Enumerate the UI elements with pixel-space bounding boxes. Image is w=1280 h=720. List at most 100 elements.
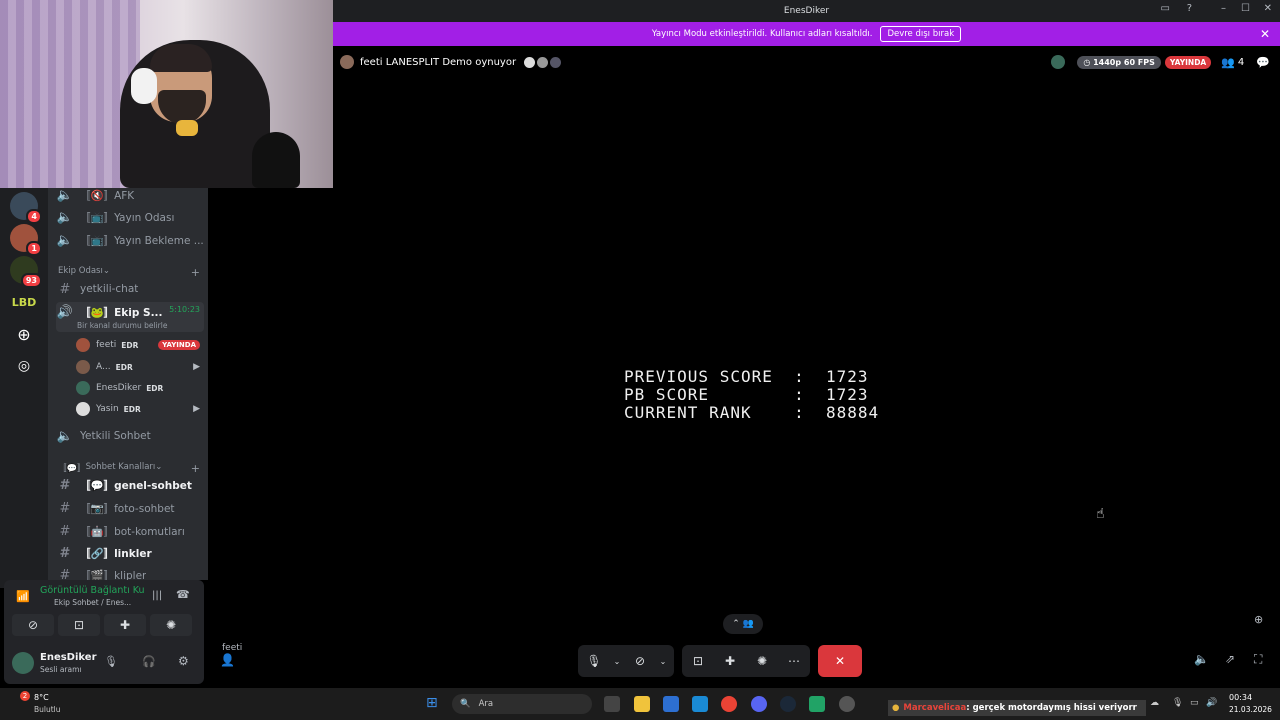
user-status: Sesli aramı — [40, 665, 82, 674]
banner-close-icon[interactable]: ✕ — [1260, 27, 1270, 41]
hand-cursor-icon: ☝ — [1096, 506, 1105, 522]
stream-header: feeti LANESPLIT Demo oynuyor ◷ 1440p 60 … — [340, 50, 1270, 74]
voice-connection-panel: 📶 Görüntülü Bağlantı Ku Ekip Sohbet / En… — [4, 580, 204, 642]
chevron-down-icon[interactable]: ⌄ — [656, 645, 670, 677]
chevron-down-icon[interactable]: ⌄ — [610, 645, 624, 677]
hash-icon: # — [59, 477, 71, 493]
discord-icon[interactable] — [751, 696, 767, 712]
server-icon-3[interactable]: 93 — [10, 256, 42, 288]
server-icon-lbd[interactable]: LBD — [10, 288, 38, 316]
maximize-button[interactable]: ☐ — [1241, 3, 1250, 14]
camera-icon: ▶ — [193, 404, 200, 414]
voice-user[interactable]: A... EDR ▶ — [76, 357, 200, 377]
clock-time[interactable]: 00:34 — [1229, 693, 1252, 702]
webcam-overlay — [0, 0, 333, 188]
voice-user[interactable]: feeti EDR YAYINDA — [76, 335, 200, 355]
leave-call-button[interactable]: ✕ — [818, 645, 862, 677]
steam-icon[interactable] — [780, 696, 796, 712]
weather-desc[interactable]: Bulutlu — [34, 705, 61, 714]
chat-icon[interactable]: 💬 — [1256, 56, 1270, 69]
channel-foto-sohbet[interactable]: # 〚📷〛foto-sohbet — [56, 497, 204, 519]
signal-icon[interactable]: 📶 — [16, 590, 30, 603]
soundboard-icon[interactable]: ✺ — [746, 645, 778, 677]
network-icon[interactable]: ☁ — [1150, 698, 1159, 708]
participant-name: feeti — [222, 643, 243, 653]
mic-icon[interactable]: 🎙 — [104, 655, 118, 668]
viewers-icon[interactable]: 👥 — [1221, 56, 1235, 69]
hash-icon: # — [59, 545, 71, 561]
add-server-icon[interactable]: ⊕ — [10, 320, 38, 348]
window-title: EnesDiker — [783, 6, 830, 16]
voice-user[interactable]: EnesDiker EDR — [76, 378, 200, 398]
quality-badge: ◷ 1440p 60 FPS — [1077, 55, 1161, 69]
windows-start-icon[interactable]: ⊞ — [426, 695, 438, 711]
camera-off-icon[interactable]: ⊘ — [624, 645, 656, 677]
close-button[interactable]: ✕ — [1264, 3, 1272, 14]
channel-list: 🔈 〚🔇〛AFK 🔈 〚📺〛Yayın Odası 🔈 〚📺〛Yayın Beklem… — [48, 188, 208, 580]
banner-message: Yayıncı Modu etkinleştirildi. Kullanıcı … — [651, 29, 873, 39]
minimize-button[interactable]: – — [1221, 3, 1226, 14]
live-badge: YAYINDA — [1164, 55, 1212, 69]
weather-temp[interactable]: 8°C — [34, 693, 49, 702]
server-icon-2[interactable]: 1 — [10, 224, 42, 256]
store-icon[interactable] — [663, 696, 679, 712]
camera-off-icon[interactable]: ⊘ — [12, 614, 54, 636]
speaker-icon: 🔈 — [56, 188, 74, 203]
clock-date[interactable]: 21.03.2026 — [1229, 705, 1272, 714]
fullscreen-icon[interactable]: ⛶ — [1254, 652, 1262, 667]
search-icon: 🔍 — [460, 699, 471, 709]
channel-status-prompt[interactable]: Bir kanal durumu belirle — [77, 321, 167, 330]
outlook-icon[interactable] — [692, 696, 708, 712]
search-box[interactable]: 🔍 Ara — [452, 694, 592, 714]
gear-icon[interactable]: ⚙ — [178, 654, 189, 668]
notepad-icon[interactable] — [809, 696, 825, 712]
channel-yayin-bekleme[interactable]: 🔈 〚📺〛Yayın Bekleme ... — [56, 229, 204, 251]
popout-icon[interactable]: ⇗ — [1225, 652, 1235, 666]
file-explorer-icon[interactable] — [634, 696, 650, 712]
voice-user[interactable]: Yasin EDR ▶ — [76, 399, 200, 419]
inbox-icon[interactable]: ▭ — [1161, 3, 1170, 14]
noise-icon[interactable]: ||| — [152, 590, 162, 601]
channel-yetkili-sohbet[interactable]: 🔈 Yetkili Sohbet — [56, 425, 204, 447]
stream-title: feeti LANESPLIT Demo oynuyor — [360, 56, 517, 68]
channel-afk[interactable]: 🔈 〚🔇〛AFK — [56, 188, 204, 206]
volume-tray-icon[interactable]: 🔊 — [1206, 698, 1217, 708]
task-view-icon[interactable] — [604, 696, 620, 712]
channel-klipler[interactable]: # 〚🎬〛klipler — [56, 564, 204, 581]
channel-linkler[interactable]: # 〚🔗〛linkler — [56, 542, 204, 564]
show-participants-button[interactable]: ⌃ 👥 — [723, 614, 763, 634]
volume-icon[interactable]: 🔈 — [1194, 652, 1209, 666]
voice-timer: 5:10:23 — [169, 305, 200, 314]
activities-icon[interactable]: ✚ — [104, 614, 146, 636]
screen-share-icon[interactable]: ⊡ — [58, 614, 100, 636]
screen-share-icon[interactable]: ⊡ — [682, 645, 714, 677]
speaker-icon: 🔈 — [56, 209, 74, 225]
mic-icon[interactable]: 🎙 — [578, 645, 610, 677]
chrome-icon[interactable] — [721, 696, 737, 712]
zoom-icon[interactable]: ⊕ — [1254, 613, 1263, 626]
explore-icon[interactable]: ◎ — [10, 352, 38, 380]
more-icon[interactable]: ⋯ — [778, 645, 810, 677]
headphones-icon[interactable]: 🎧 — [142, 655, 156, 668]
soundboard-icon[interactable]: ✺ — [150, 614, 192, 636]
participant-label: feeti — [222, 643, 242, 653]
mic-tray-icon[interactable]: 🎙 — [1172, 698, 1183, 708]
display-icon[interactable]: ▭ — [1190, 698, 1199, 708]
actions-group: ⊡ ✚ ✺ ⋯ — [682, 645, 810, 677]
channel-genel-sohbet[interactable]: # 〚💬〛genel-sohbet — [56, 474, 204, 496]
help-icon[interactable]: ? — [1187, 3, 1192, 14]
avatar[interactable] — [12, 652, 34, 674]
activities-icon[interactable]: ✚ — [714, 645, 746, 677]
disable-streamer-mode-button[interactable]: Devre dışı bırak — [880, 26, 962, 42]
weather-badge: 2 — [20, 691, 30, 701]
chat-notification[interactable]: ● Marcavelicaa : gerçek motordaymış hiss… — [888, 700, 1146, 716]
obs-icon[interactable] — [839, 696, 855, 712]
channel-yayin-odasi[interactable]: 🔈 〚📺〛Yayın Odası — [56, 206, 204, 228]
voice-channel-name[interactable]: Ekip Sohbet / Enes... — [54, 598, 131, 607]
add-friend-icon[interactable]: 👤 — [220, 653, 235, 667]
server-icon-1[interactable]: 4 — [10, 192, 42, 224]
channel-bot-komutlari[interactable]: # 〚🤖〛bot-komutları — [56, 520, 204, 542]
channel-yetkili-chat[interactable]: # yetkili-chat — [56, 278, 204, 300]
disconnect-icon[interactable]: ☎ — [176, 588, 190, 601]
speaker-icon: 🔊 — [56, 305, 74, 320]
